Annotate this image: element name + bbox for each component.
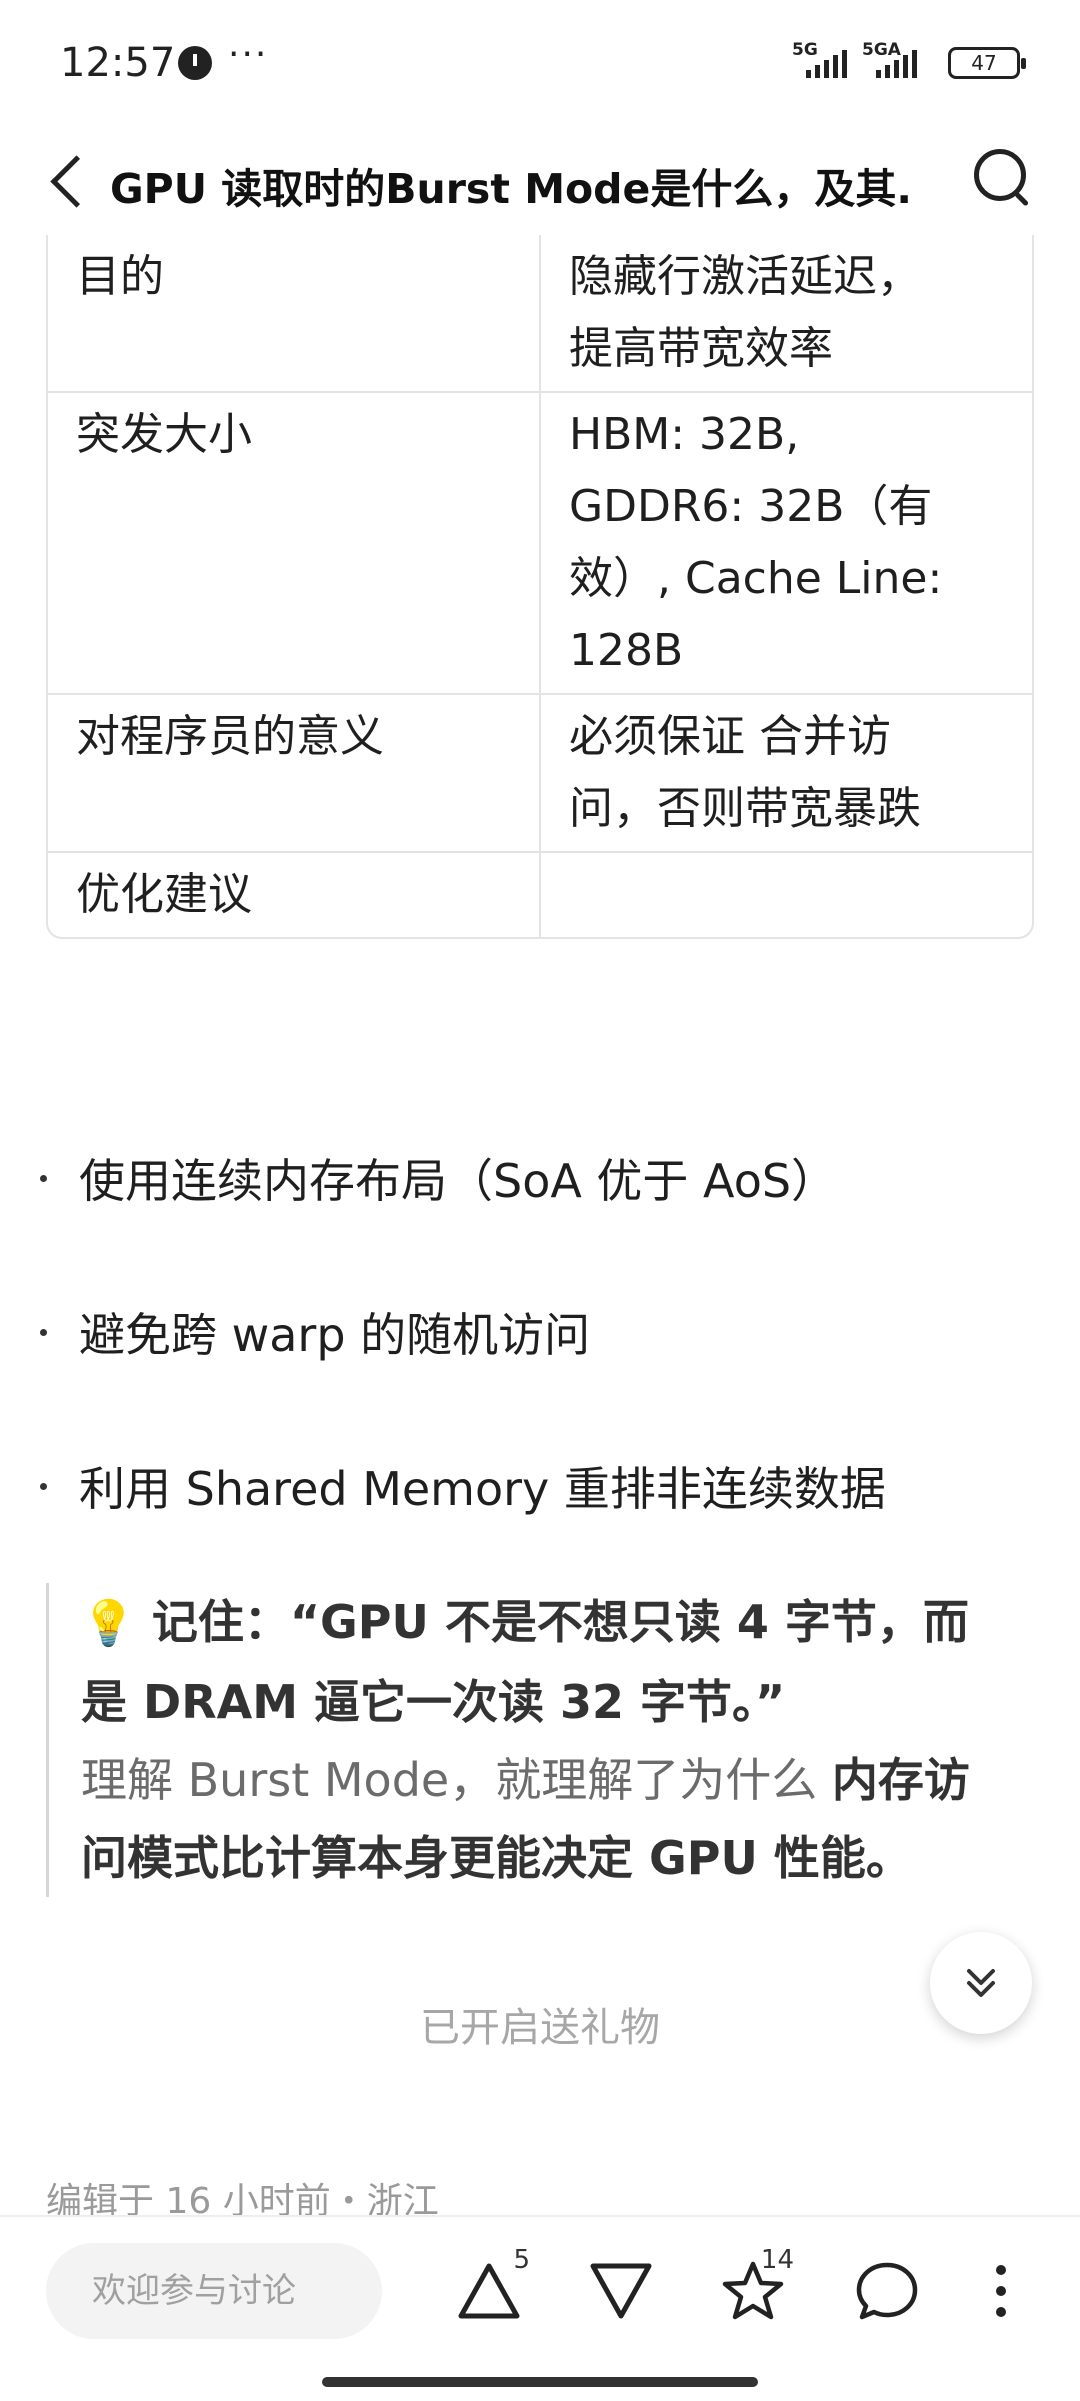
cell-line: 隐藏行激活延迟， <box>569 251 921 302</box>
quote-line: 是 DRAM 逼它一次读 32 字节。” <box>81 1675 786 1729</box>
table-cell-value: 隐藏行激活延迟， 提高带宽效率 <box>541 235 1032 391</box>
cell-line: 效）, Cache Line: <box>569 553 943 604</box>
table-cell-key: 目的 <box>48 235 541 391</box>
table-row: 目的 隐藏行激活延迟， 提高带宽效率 <box>48 235 1032 391</box>
list-item: 避免跨 warp 的随机访问 <box>40 1299 590 1365</box>
cell-line: GDDR6: 32B（有 <box>569 481 933 532</box>
battery-icon: 47 <box>948 47 1026 79</box>
cell-line: HBM: 32B, <box>569 409 800 460</box>
gift-status-text: 已开启送礼物 <box>420 2005 660 2051</box>
cell-line: 128B <box>569 625 684 676</box>
table-cell-value: 必须保证 合并访 问，否则带宽暴跌 <box>541 695 1032 851</box>
list-item-text: 利用 Shared Memory 重排非连续数据 <box>79 1462 886 1516</box>
comment-bubble-icon <box>856 2262 918 2320</box>
more-options-button[interactable] <box>956 2243 1046 2339</box>
blockquote: 💡 记住：“GPU 不是不想只读 4 字节，而 是 DRAM 逼它一次读 32 … <box>46 1583 1036 1897</box>
vertical-dots-icon <box>996 2265 1006 2317</box>
table-cell-key: 对程序员的意义 <box>48 695 541 851</box>
status-bar: 12:57 ··· 5G 5GA 47 <box>0 0 1080 125</box>
list-item-text: 使用连续内存布局（SoA 优于 AoS） <box>79 1154 838 1208</box>
table-row: 对程序员的意义 必须保证 合并访 问，否则带宽暴跌 <box>48 693 1032 851</box>
home-indicator[interactable] <box>322 2377 758 2387</box>
triangle-down-icon <box>590 2263 652 2319</box>
back-chevron-icon[interactable] <box>40 135 94 225</box>
table-row: 优化建议 <box>48 851 1032 937</box>
upvote-count: 5 <box>513 2245 530 2275</box>
table-cell-key: 突发大小 <box>48 393 541 693</box>
cell-line: 提高带宽效率 <box>569 323 833 374</box>
more-notifications-icon: ··· <box>228 34 269 75</box>
page-title: GPU 读取时的Burst Mode是什么，及其... <box>110 165 910 213</box>
quote-line: 💡 记住：“GPU 不是不想只读 4 字节，而 <box>81 1583 1036 1663</box>
bullet-dot <box>40 1482 47 1490</box>
cell-line: 必须保证 合并访 <box>569 711 891 762</box>
downvote-button[interactable] <box>576 2243 666 2339</box>
quote-text: 理解 Burst Mode，就理解了为什么 <box>81 1753 832 1807</box>
cell-line: 问，否则带宽暴跌 <box>569 783 921 834</box>
upvote-button[interactable]: 5 <box>444 2243 534 2339</box>
bullet-dot <box>40 1174 47 1182</box>
table-cell-value <box>541 853 1032 937</box>
comment-button[interactable] <box>842 2243 932 2339</box>
table-row: 突发大小 HBM: 32B, GDDR6: 32B（有 效）, Cache Li… <box>48 391 1032 693</box>
header: GPU 读取时的Burst Mode是什么，及其... <box>0 125 1080 235</box>
info-table: 目的 隐藏行激活延迟， 提高带宽效率 突发大小 HBM: 32B, GDDR6:… <box>46 235 1034 939</box>
list-item: 使用连续内存布局（SoA 优于 AoS） <box>40 1145 837 1211</box>
quote-text: 记住：“GPU 不是不想只读 4 字节，而 <box>151 1595 969 1649</box>
bullet-dot <box>40 1328 47 1336</box>
lightbulb-icon: 💡 <box>81 1598 136 1649</box>
favorite-button[interactable]: 14 <box>708 2243 798 2339</box>
table-cell-key: 优化建议 <box>48 853 541 937</box>
quote-text-bold: 内存访 <box>831 1753 970 1807</box>
search-icon[interactable] <box>968 143 1038 213</box>
comment-input[interactable]: 欢迎参与讨论 <box>46 2243 382 2339</box>
favorite-count: 14 <box>760 2245 794 2275</box>
list-item: 利用 Shared Memory 重排非连续数据 <box>40 1453 886 1519</box>
notification-icon <box>178 46 212 80</box>
list-item-text: 避免跨 warp 的随机访问 <box>79 1308 591 1362</box>
table-cell-value: HBM: 32B, GDDR6: 32B（有 效）, Cache Line: 1… <box>541 393 1032 693</box>
status-time: 12:57 <box>60 40 176 86</box>
bottom-action-bar: 欢迎参与讨论 5 14 <box>0 2215 1080 2401</box>
quote-line: 理解 Burst Mode，就理解了为什么 内存访 <box>81 1741 1036 1819</box>
quote-line: 问模式比计算本身更能决定 GPU 性能。 <box>81 1831 912 1885</box>
